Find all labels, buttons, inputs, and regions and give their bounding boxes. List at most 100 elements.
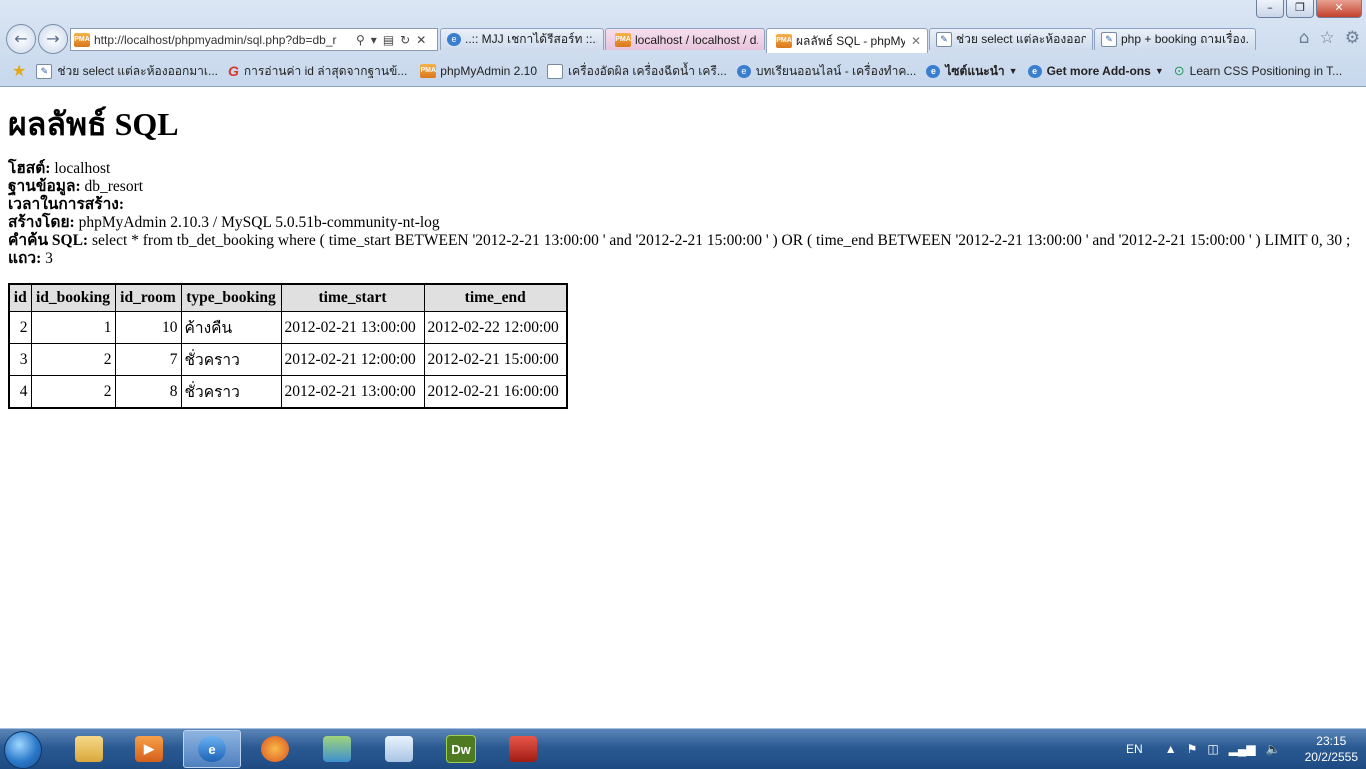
meta-sql-query: คำค้น SQL: select * from tb_det_booking … (8, 232, 1351, 249)
back-button[interactable]: ← (6, 24, 36, 54)
page-icon: ✎ (36, 63, 53, 79)
notepad-icon (385, 736, 413, 762)
action-center-flag-icon[interactable]: ⚑ (1187, 742, 1198, 756)
favorites-star-icon[interactable]: ★ (12, 61, 26, 81)
pma-icon: PMA (420, 64, 437, 78)
picture-manager-icon (509, 736, 537, 762)
tab-php-booking[interactable]: ✎ php + booking ถามเรื่อง... (1094, 28, 1256, 50)
table-cell: ชั่วคราว (180, 375, 282, 409)
system-tray: EN ▲ ⚑ ◫ ▂▄▆ 🔈 23:15 20/2/2555 (1126, 729, 1358, 769)
meta-rows: แถว: 3 (8, 250, 53, 267)
home-icon[interactable]: ⌂ (1299, 28, 1310, 48)
tab-select-rooms[interactable]: ✎ ช่วย select แต่ละห้องออกม... (929, 28, 1093, 50)
taskbar-media-player[interactable]: ▶ (120, 730, 178, 768)
table-cell: 10 (114, 311, 182, 344)
taskbar: ▶ e Dw EN ▲ ⚑ ◫ ▂▄▆ 🔈 23:15 20/2/2555 (0, 728, 1366, 769)
taskbar-dreamweaver[interactable]: Dw (432, 730, 490, 768)
ie-icon: e (1027, 64, 1042, 78)
column-header: time_end (423, 283, 568, 312)
table-cell: 2012-02-21 16:00:00 (423, 375, 568, 409)
minimize-button[interactable]: – (1256, 0, 1284, 18)
forward-button[interactable]: → (38, 24, 68, 54)
page-icon: ✎ (1101, 32, 1117, 47)
favorite-link[interactable]: ⊙ Learn CSS Positioning in T... (1174, 63, 1342, 79)
column-header: time_start (280, 283, 425, 312)
address-bar[interactable]: PMA http://localhost/phpmyadmin/sql.php?… (70, 28, 438, 51)
table-row: 4 2 8 ชั่วคราว 2012-02-21 13:00:00 2012-… (8, 375, 568, 409)
table-row: 3 2 7 ชั่วคราว 2012-02-21 12:00:00 2012-… (8, 343, 568, 376)
favorites-star-icon[interactable]: ☆ (1320, 28, 1335, 48)
table-cell: 7 (114, 343, 182, 376)
result-table: id id_booking id_room type_booking time_… (8, 283, 568, 409)
table-row: 2 1 10 ค้างคืน 2012-02-21 13:00:00 2012-… (8, 311, 568, 344)
ie-icon: e (736, 64, 751, 78)
tab-sql-result[interactable]: PMA ผลลัพธ์ SQL - phpMy... ✕ (766, 28, 928, 53)
pma-icon: PMA (615, 32, 631, 47)
blank-page-icon (547, 63, 564, 79)
table-cell: 8 (114, 375, 182, 409)
search-icon[interactable]: ⚲ (356, 33, 365, 47)
table-cell: 2012-02-21 13:00:00 (280, 311, 425, 344)
table-cell: 2012-02-21 15:00:00 (423, 343, 568, 376)
network-signal-icon[interactable]: ▂▄▆ (1229, 742, 1256, 756)
taskbar-internet-explorer[interactable]: e (183, 730, 241, 768)
favorite-link[interactable]: PMA phpMyAdmin 2.10 (417, 64, 537, 78)
table-cell: 2 (30, 375, 116, 409)
taskbar-explorer[interactable] (60, 730, 118, 768)
meta-generated-by: สร้างโดย: phpMyAdmin 2.10.3 / MySQL 5.0.… (8, 214, 440, 231)
column-header: id (8, 283, 32, 312)
gear-icon[interactable]: ⚙ (1345, 28, 1360, 48)
table-header-row: id id_booking id_room type_booking time_… (8, 283, 568, 312)
restore-button[interactable]: ❐ (1286, 0, 1314, 18)
meta-database: ฐานข้อมูล: db_resort (8, 178, 144, 195)
table-cell: 3 (8, 343, 32, 376)
clock-time: 23:15 (1316, 734, 1347, 748)
volume-muted-icon[interactable]: 🔈 (1266, 742, 1281, 756)
chevron-down-icon[interactable]: ▾ (371, 33, 377, 47)
arrow-left-icon: ← (14, 29, 28, 48)
tab-localhost[interactable]: PMA localhost / localhost / d... (605, 28, 765, 50)
device-icon[interactable]: ◫ (1207, 742, 1218, 756)
get-addons-menu[interactable]: e Get more Add-ons ▼ (1027, 64, 1164, 78)
suggested-sites-menu[interactable]: e ไซต์แนะนำ ▼ (926, 62, 1018, 81)
taskbar-notepad[interactable] (370, 730, 428, 768)
compat-view-icon[interactable]: ▤ (383, 33, 394, 47)
page-title: ผลลัพธ์ SQL (8, 106, 179, 142)
table-cell: ชั่วคราว (180, 343, 282, 376)
favorite-link[interactable]: ✎ ช่วย select แต่ละห้องออกมาเ... (36, 62, 218, 81)
clock[interactable]: 23:15 20/2/2555 (1305, 733, 1358, 765)
address-url[interactable]: http://localhost/phpmyadmin/sql.php?db=d… (94, 33, 350, 47)
favorite-link[interactable]: เครื่องอัดผิล เครื่องฉีดน้ำ เครื... (547, 62, 727, 81)
google-icon: G (228, 63, 239, 79)
taskbar-firefox[interactable] (246, 730, 304, 768)
table-cell: 4 (8, 375, 32, 409)
favorite-link[interactable]: G การอ่านค่า id ล่าสุดจากฐานข้... (228, 62, 407, 81)
table-cell: 2012-02-21 13:00:00 (280, 375, 425, 409)
stop-icon[interactable]: ✕ (416, 33, 426, 47)
column-header: id_room (114, 283, 182, 312)
firefox-icon (261, 736, 289, 762)
dreamweaver-icon: Dw (446, 735, 476, 763)
meta-generation-time: เวลาในการสร้าง: (8, 196, 125, 213)
column-header: type_booking (180, 283, 282, 312)
language-indicator[interactable]: EN (1126, 742, 1143, 756)
table-cell: 2012-02-21 12:00:00 (280, 343, 425, 376)
messenger-icon (323, 736, 351, 762)
close-button[interactable]: ✕ (1316, 0, 1362, 18)
refresh-icon[interactable]: ↻ (400, 33, 410, 47)
chevron-down-icon: ▼ (1008, 66, 1018, 76)
start-button[interactable] (4, 731, 42, 769)
close-tab-icon[interactable]: ✕ (911, 34, 921, 48)
taskbar-picture-manager[interactable] (494, 730, 552, 768)
table-cell: 2012-02-22 12:00:00 (423, 311, 568, 344)
taskbar-messenger[interactable] (308, 730, 366, 768)
tab-strip: e ..:: MJJ เชกาได้รีสอร์ท ::... PMA loca… (440, 28, 1257, 53)
favorite-link[interactable]: e บทเรียนออนไลน์ - เครื่องทำค... (736, 62, 916, 81)
tab-mjj-resort[interactable]: e ..:: MJJ เชกาได้รีสอร์ท ::... (440, 28, 604, 50)
internet-explorer-icon: e (198, 736, 226, 762)
clock-date: 20/2/2555 (1304, 750, 1358, 764)
chevron-up-icon[interactable]: ▲ (1165, 742, 1177, 756)
table-cell: ค้างคืน (180, 311, 282, 344)
column-header: id_booking (30, 283, 116, 312)
table-cell: 2 (30, 343, 116, 376)
